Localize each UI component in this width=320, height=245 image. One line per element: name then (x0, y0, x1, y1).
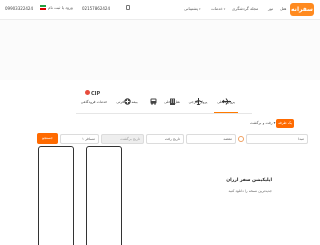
nav-hotel[interactable]: هتل (280, 6, 286, 11)
top-header: سفرانه هتل تور مجله گردشگری خدمات▾ پشتیب… (0, 0, 320, 20)
login-link[interactable]: ورود یا ثبت نام (48, 5, 73, 10)
nav-services[interactable]: خدمات▾ (211, 6, 225, 11)
hotel-icon (168, 90, 177, 105)
phone-number-2[interactable]: 09903322424 (5, 6, 33, 11)
active-tab-indicator (214, 112, 238, 113)
app-promo-subtitle: جدیدترین نسخه را دانلود کنید (228, 189, 272, 193)
nav-support-label: پشتیبانی (184, 6, 198, 11)
passengers-field[interactable]: ۱ مسافر (60, 134, 99, 144)
plane-icon (221, 90, 231, 105)
nav-services-label: خدمات (211, 6, 223, 11)
iran-flag-icon (40, 5, 46, 10)
app-screenshot (86, 146, 122, 245)
nav-tour[interactable]: تور (268, 6, 273, 11)
origin-field[interactable]: مبدا (246, 134, 308, 144)
search-button[interactable]: جستجو (37, 133, 58, 144)
phone-icon (126, 5, 130, 10)
tab-international-flight[interactable]: پرواز خارجی (184, 90, 212, 112)
round-trip-toggle[interactable]: رفت و برگشت ▾ (250, 121, 275, 125)
nav-support[interactable]: پشتیبانی▾ (184, 6, 200, 11)
tab-label: خدمات فرودگاهی (80, 100, 108, 104)
cip-badge: CIP (91, 91, 101, 97)
one-way-toggle[interactable]: یک طرفه (276, 119, 294, 128)
app-promo-title: اپلیکیشن سفر ارزان (226, 178, 272, 183)
plane-icon (194, 90, 203, 106)
tabs-divider (76, 113, 252, 114)
tab-travel-insurance[interactable]: بیمه مسافرتی (113, 90, 141, 112)
bus-icon (149, 90, 158, 105)
cip-icon (85, 90, 90, 95)
phone-number-1[interactable]: 02157862424 (82, 6, 110, 11)
app-screenshot (38, 146, 74, 245)
chevron-down-icon: ▾ (223, 7, 226, 11)
departure-date-field[interactable]: تاریخ رفت (146, 134, 184, 144)
destination-field[interactable]: مقصد (186, 134, 236, 144)
tab-domestic-flight[interactable]: پرواز داخلی (212, 90, 240, 112)
nav-magazine[interactable]: مجله گردشگری (232, 6, 258, 11)
site-logo[interactable]: سفرانه (290, 3, 314, 16)
tab-tour[interactable]: تور (139, 90, 167, 112)
round-trip-label: رفت و برگشت (250, 121, 273, 125)
chevron-down-icon: ▾ (198, 7, 201, 11)
hero-banner (0, 20, 320, 80)
swap-icon[interactable] (238, 136, 244, 142)
insurance-icon (123, 90, 132, 105)
return-date-field[interactable]: تاریخ برگشت (101, 134, 144, 144)
